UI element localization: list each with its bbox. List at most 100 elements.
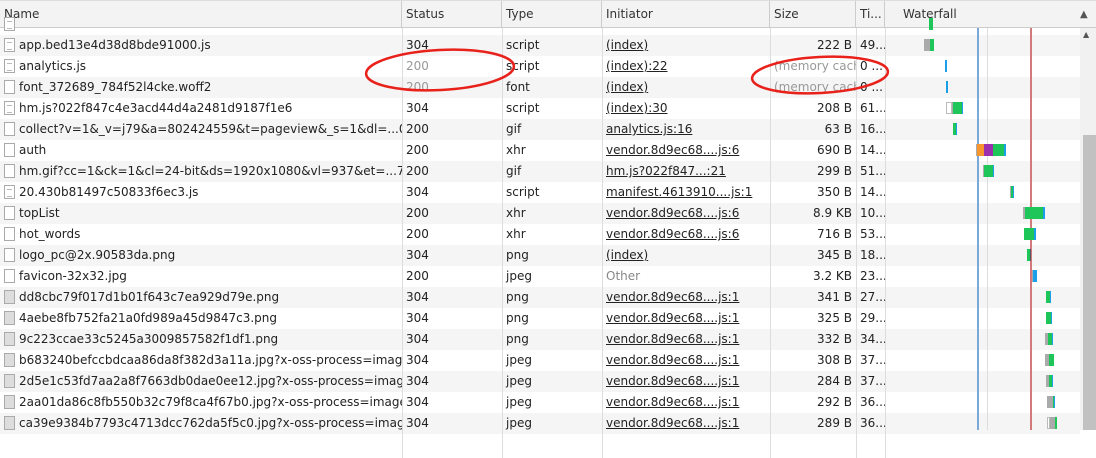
request-name[interactable]: collect?v=1&_v=j79&a=802424559&t=pagevie… <box>0 119 402 140</box>
waterfall-bar-segment[interactable] <box>1013 186 1014 198</box>
request-size: 690 B <box>817 143 852 157</box>
column-divider[interactable] <box>770 28 771 458</box>
request-time: 0 ... <box>860 80 883 94</box>
waterfall-bar-segment[interactable] <box>984 144 993 156</box>
waterfall-bar-segment[interactable] <box>956 123 957 135</box>
request-type: png <box>506 332 529 346</box>
request-name[interactable]: b683240befccbdcaa86da8f382d3a11a.jpg?x-o… <box>0 350 402 371</box>
request-initiator[interactable]: vendor.8d9ec68....js:6 <box>602 203 770 224</box>
request-size: 222 B <box>817 38 852 52</box>
request-initiator[interactable]: (index) <box>602 35 770 56</box>
waterfall-bar-segment[interactable] <box>1049 354 1054 366</box>
request-name[interactable]: analytics.js <box>0 56 402 77</box>
request-initiator[interactable]: vendor.8d9ec68....js:1 <box>602 329 770 350</box>
request-name[interactable]: logo_pc@2x.90583da.png <box>0 245 402 266</box>
request-name[interactable]: 2d5e1c53fd7aa2a8f7663db0dae0ee12.jpg?x-o… <box>0 371 402 392</box>
request-initiator[interactable]: vendor.8d9ec68....js:1 <box>602 371 770 392</box>
waterfall-bar-segment[interactable] <box>1024 228 1034 240</box>
request-name[interactable]: hm.js?022f847c4e3acd44d4a2481d9187f1e6 <box>0 98 402 119</box>
request-name[interactable]: hm.gif?cc=1&ck=1&cl=24-bit&ds=1920x1080&… <box>0 161 402 182</box>
request-initiator[interactable]: vendor.8d9ec68....js:1 <box>602 413 770 434</box>
request-type: font <box>506 80 530 94</box>
request-initiator[interactable]: vendor.8d9ec68....js:1 <box>602 392 770 413</box>
request-name[interactable]: 9c223ccae33c5245a3009857582f1df1.png <box>0 329 402 350</box>
column-divider[interactable] <box>502 28 503 458</box>
request-name[interactable]: 2aa01da86c8fb550b32c79f8ca4f67b0.jpg?x-o… <box>0 392 402 413</box>
scrollbar-thumb[interactable] <box>1083 135 1096 430</box>
request-initiator[interactable]: manifest.4613910....js:1 <box>602 182 770 203</box>
request-status: 304 <box>406 101 429 115</box>
request-initiator[interactable]: (index) <box>602 77 770 98</box>
request-name[interactable]: auth <box>0 140 402 161</box>
request-status: 304 <box>406 290 429 304</box>
request-initiator[interactable]: vendor.8d9ec68....js:6 <box>602 140 770 161</box>
request-initiator[interactable]: vendor.8d9ec68....js:1 <box>602 287 770 308</box>
request-name[interactable]: favicon-32x32.jpg <box>0 266 402 287</box>
waterfall-bar-segment[interactable] <box>1043 207 1045 219</box>
waterfall-bar-segment[interactable] <box>1004 144 1006 156</box>
request-type: jpeg <box>506 374 532 388</box>
request-name[interactable]: 20.430b81497c50833f6ec3.js <box>0 182 402 203</box>
waterfall-bar-segment[interactable] <box>945 60 947 72</box>
request-type: png <box>506 248 529 262</box>
waterfall-bar-segment[interactable] <box>1054 396 1055 408</box>
waterfall-bar-segment[interactable] <box>1034 228 1036 240</box>
request-initiator[interactable]: vendor.8d9ec68....js:1 <box>602 350 770 371</box>
request-time: 18... <box>860 248 885 262</box>
request-name[interactable]: dd8cbc79f017d1b01f643c7ea929d79e.png <box>0 287 402 308</box>
request-initiator[interactable]: (index) <box>602 245 770 266</box>
waterfall-bar-segment[interactable] <box>977 144 984 156</box>
waterfall-bar-segment[interactable] <box>1033 270 1037 282</box>
waterfall-bar-segment[interactable] <box>1055 417 1057 429</box>
waterfall-bar-segment[interactable] <box>946 81 948 93</box>
request-initiator[interactable]: analytics.js:16 <box>602 119 770 140</box>
request-type: script <box>506 101 540 115</box>
column-divider[interactable] <box>602 28 603 458</box>
waterfall-bar-segment[interactable] <box>953 102 962 114</box>
waterfall-bar-segment[interactable] <box>930 39 934 51</box>
request-name[interactable]: topList <box>0 203 402 224</box>
request-size: 341 B <box>817 290 852 304</box>
request-size: 3.2 KB <box>813 269 852 283</box>
request-initiator[interactable]: vendor.8d9ec68....js:6 <box>602 224 770 245</box>
waterfall-bar-segment[interactable] <box>993 165 994 177</box>
waterfall-bar-segment[interactable] <box>1025 207 1043 219</box>
waterfall-bar-segment[interactable] <box>1052 375 1053 387</box>
request-status: 304 <box>406 38 429 52</box>
request-status: 200 <box>406 206 429 220</box>
request-time: 0 ... <box>860 59 883 73</box>
column-divider[interactable] <box>856 28 857 458</box>
request-name[interactable]: app.bed13e4d38d8bde91000.js <box>0 35 402 56</box>
waterfall-bar-segment[interactable] <box>1050 291 1051 303</box>
request-status: 200 <box>406 269 429 283</box>
request-time: 61... <box>860 101 885 115</box>
request-name[interactable]: hot_words <box>0 224 402 245</box>
request-size: (memory cache) <box>774 59 856 73</box>
request-size: 716 B <box>817 227 852 241</box>
request-name[interactable]: font_372689_784f52l4cke.woff2 <box>0 77 402 98</box>
waterfall-bar-segment[interactable] <box>1052 333 1053 345</box>
waterfall-bar-segment[interactable] <box>1030 249 1031 261</box>
request-type: xhr <box>506 227 526 241</box>
request-type: jpeg <box>506 416 532 430</box>
waterfall-bar-segment[interactable] <box>1051 312 1052 324</box>
waterfall-bar-segment[interactable] <box>993 144 1004 156</box>
request-time: 49... <box>860 38 885 52</box>
request-name[interactable]: 4aebe8fb752fa21a0fd989a45d9847c3.png <box>0 308 402 329</box>
request-size: 308 B <box>817 353 852 367</box>
request-status: 200 <box>406 80 429 94</box>
waterfall-bar-segment[interactable] <box>962 102 963 114</box>
waterfall-bar-segment[interactable] <box>984 165 993 177</box>
request-size: 325 B <box>817 311 852 325</box>
request-initiator[interactable]: (index):30 <box>602 98 770 119</box>
waterfall-bar-segment[interactable] <box>929 18 933 30</box>
request-name[interactable]: ca39e9384b7793c4713dcc762da5f5c0.jpg?x-o… <box>0 413 402 434</box>
scroll-up-arrow-icon[interactable]: ▲ <box>1083 30 1089 39</box>
request-type: script <box>506 38 540 52</box>
request-initiator[interactable]: hm.js?022f847...:21 <box>602 161 770 182</box>
request-status: 200 <box>406 227 429 241</box>
column-divider[interactable] <box>402 28 403 458</box>
triangle-up-icon[interactable]: ▲ <box>1080 1 1088 28</box>
request-initiator[interactable]: (index):22 <box>602 56 770 77</box>
request-initiator[interactable]: vendor.8d9ec68....js:1 <box>602 308 770 329</box>
